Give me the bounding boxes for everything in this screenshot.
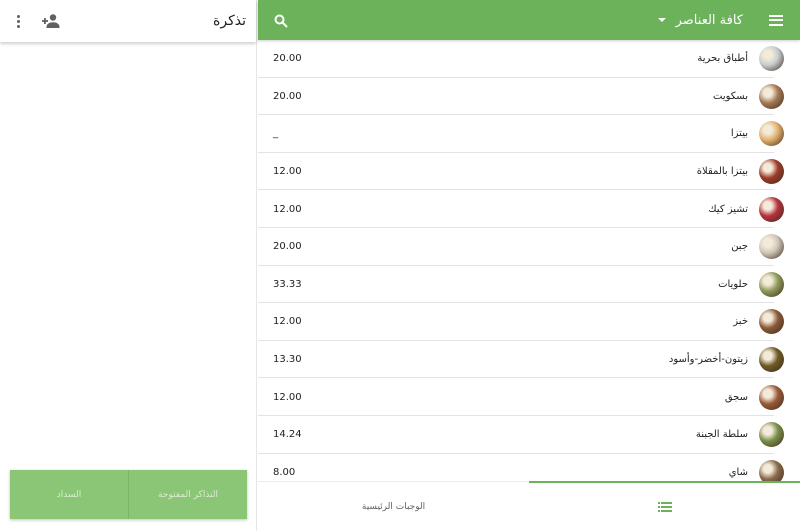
item-price: 12.00 bbox=[273, 316, 302, 328]
ticket-header: تذكرة bbox=[0, 0, 256, 42]
item-thumbnail bbox=[759, 196, 784, 222]
item-thumbnail bbox=[759, 459, 784, 481]
item-price: 12.00 bbox=[273, 166, 302, 178]
item-price: 14.24 bbox=[273, 429, 302, 441]
add-customer-icon[interactable] bbox=[42, 13, 60, 29]
search-icon[interactable] bbox=[274, 13, 288, 28]
item-list: 20.00 أطباق بحرية 20.00 بسكويت _ بيتزا 12.00 بي… bbox=[258, 40, 800, 481]
item-thumbnail bbox=[759, 309, 784, 335]
item-name: خبز bbox=[733, 316, 748, 328]
item-price: 13.30 bbox=[273, 354, 302, 366]
item-name: شاي bbox=[728, 466, 748, 478]
ticket-title: تذكرة bbox=[213, 13, 246, 29]
category-label: كافة العناصر bbox=[675, 12, 743, 28]
item-thumbnail bbox=[759, 234, 784, 260]
item-row[interactable]: 33.33 حلويات bbox=[258, 266, 800, 304]
item-thumbnail bbox=[759, 271, 784, 297]
item-thumbnail bbox=[759, 83, 784, 109]
item-row[interactable]: 20.00 بسكويت bbox=[258, 78, 800, 116]
item-row[interactable]: _ بيتزا bbox=[258, 115, 800, 153]
ticket-panel: تذكرة السداد التذاكر المفتوحة bbox=[0, 0, 257, 531]
item-thumbnail bbox=[759, 46, 784, 72]
item-price: 20.00 bbox=[273, 53, 302, 65]
app-root: تذكرة السداد التذاكر المفتوحة كافة العنا… bbox=[0, 0, 800, 531]
item-thumbnail bbox=[759, 422, 784, 448]
item-thumbnail bbox=[759, 347, 784, 373]
item-row[interactable]: 14.24 سلطة الجبنة bbox=[258, 416, 800, 454]
item-row[interactable]: 20.00 جبن bbox=[258, 228, 800, 266]
tab-main-dishes-label: الوجبات الرئيسية bbox=[361, 501, 426, 512]
item-price: 8.00 bbox=[273, 466, 296, 478]
ticket-actions: السداد التذاكر المفتوحة bbox=[10, 470, 247, 519]
item-name: زيتون-أخضر-وأسود bbox=[668, 354, 748, 366]
more-options-icon[interactable] bbox=[10, 11, 26, 31]
menu-icon[interactable] bbox=[769, 14, 783, 26]
items-toolbar: كافة العناصر bbox=[258, 0, 800, 40]
item-row[interactable]: 20.00 أطباق بحرية bbox=[258, 40, 800, 78]
item-price: 33.33 bbox=[273, 278, 302, 290]
item-thumbnail bbox=[759, 384, 784, 410]
item-name: بسكويت bbox=[713, 90, 748, 102]
items-panel: كافة العناصر 20.00 أطباق بحرية 20.00 بسكويت… bbox=[258, 0, 800, 531]
item-thumbnail bbox=[759, 121, 784, 147]
list-icon bbox=[657, 501, 672, 512]
item-price: 20.00 bbox=[273, 241, 302, 253]
tab-main-dishes[interactable]: الوجبات الرئيسية bbox=[258, 482, 529, 531]
item-row[interactable]: 12.00 سجق bbox=[258, 378, 800, 416]
open-tickets-button[interactable]: التذاكر المفتوحة bbox=[128, 470, 247, 519]
item-row[interactable]: 8.00 شاي bbox=[258, 454, 800, 481]
item-name: بيتزا bbox=[730, 128, 748, 140]
item-name: حلويات bbox=[718, 278, 748, 290]
tab-all-items[interactable] bbox=[529, 481, 800, 531]
item-price: _ bbox=[273, 128, 278, 140]
dropdown-caret-icon bbox=[657, 18, 666, 22]
item-price: 12.00 bbox=[273, 391, 302, 403]
item-name: أطباق بحرية bbox=[697, 53, 748, 65]
item-name: تشيز كيك bbox=[708, 203, 748, 215]
item-row[interactable]: 12.00 تشيز كيك bbox=[258, 190, 800, 228]
charge-button[interactable]: السداد bbox=[10, 470, 128, 519]
item-name: سجق bbox=[724, 391, 748, 403]
item-name: سلطة الجبنة bbox=[695, 429, 748, 441]
bottom-navigation: الوجبات الرئيسية bbox=[258, 481, 800, 531]
item-row[interactable]: 12.00 خبز bbox=[258, 303, 800, 341]
item-name: بيتزا بالمقلاة bbox=[696, 166, 748, 178]
category-dropdown[interactable]: كافة العناصر bbox=[657, 12, 743, 28]
item-price: 12.00 bbox=[273, 203, 302, 215]
item-price: 20.00 bbox=[273, 90, 302, 102]
item-row[interactable]: 12.00 بيتزا بالمقلاة bbox=[258, 153, 800, 191]
item-row[interactable]: 13.30 زيتون-أخضر-وأسود bbox=[258, 341, 800, 379]
item-thumbnail bbox=[759, 159, 784, 185]
item-name: جبن bbox=[731, 241, 748, 253]
